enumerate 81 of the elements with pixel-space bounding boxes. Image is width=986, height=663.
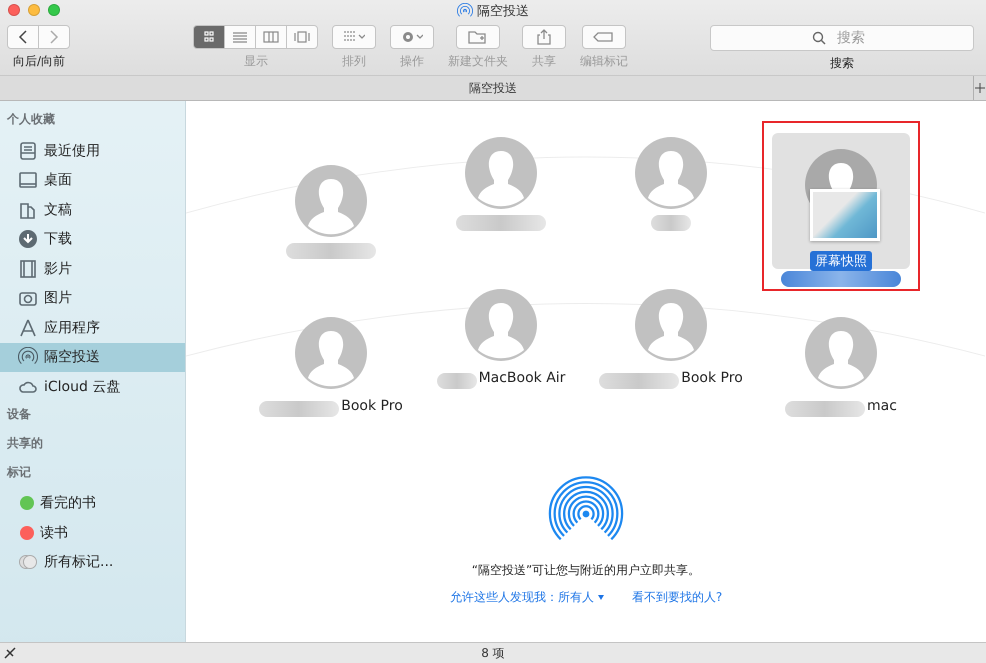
apps-icon	[18, 318, 38, 338]
device-name: MacBook Air	[478, 370, 566, 386]
toolbar-label: 编辑标记	[580, 53, 628, 70]
gear-icon	[401, 29, 423, 45]
file-name-badge: 屏幕快照	[810, 251, 872, 271]
toolbar-label: 操作	[400, 53, 424, 70]
cover-flow-button[interactable]	[286, 25, 318, 49]
person-avatar-icon	[295, 165, 367, 237]
close-button[interactable]	[8, 4, 20, 16]
list-view-button[interactable]	[224, 25, 256, 49]
screenshot-thumbnail	[810, 189, 880, 241]
sidebar-item[interactable]: 应用程序	[0, 313, 185, 342]
sidebar-item[interactable]: 看完的书	[0, 488, 185, 518]
action-button[interactable]	[390, 25, 434, 49]
columns-view-icon	[263, 31, 279, 43]
icon-view-button[interactable]	[193, 25, 225, 49]
person-avatar-icon	[635, 137, 707, 209]
list-view-icon	[232, 31, 248, 43]
sidebar-item[interactable]: 读书	[0, 518, 185, 548]
chevron-left-icon	[18, 30, 28, 44]
film-icon	[18, 258, 38, 279]
person-avatar-icon	[295, 317, 367, 389]
minimize-button[interactable]	[28, 4, 40, 16]
search-label: 搜索	[830, 55, 854, 72]
blurred-name-block	[436, 373, 477, 389]
tray-icon	[18, 140, 38, 161]
search-icon	[812, 31, 826, 45]
column-view-button[interactable]	[255, 25, 287, 49]
edit-tags-button[interactable]	[582, 25, 626, 49]
nav-label: 向后/向前	[12, 53, 66, 70]
sidebar-item[interactable]: iCloud 云盘	[0, 372, 185, 402]
toolbar-label: 共享	[532, 53, 556, 70]
person-avatar-icon	[465, 289, 537, 361]
window-title: 隔空投送	[477, 3, 529, 20]
device-tile[interactable]: MacBook Air	[432, 273, 570, 409]
device-tile[interactable]: 屏幕快照	[772, 133, 910, 269]
toolbar-label: 排列	[342, 53, 366, 70]
sidebar-item[interactable]: 文稿	[0, 195, 185, 224]
toolbar-label: 新建文件夹	[448, 53, 508, 70]
new-tab-button[interactable]	[973, 76, 986, 100]
sidebar-item[interactable]: 隔空投送	[0, 342, 185, 372]
cover-view-icon	[294, 31, 310, 43]
airdrop-icon	[457, 3, 473, 19]
device-name: mac	[867, 398, 897, 414]
sidebar-item[interactable]: 下载	[0, 224, 185, 254]
arrange-button[interactable]	[332, 25, 376, 49]
info-message: “隔空投送”可让您与附近的用户立即共享。	[472, 562, 700, 579]
sidebar-item[interactable]: 最近使用	[0, 136, 185, 166]
view-label: 显示	[244, 53, 268, 70]
device-tile[interactable]: Book Pro	[602, 273, 740, 409]
back-button[interactable]	[7, 25, 39, 49]
blurred-name-block	[651, 215, 691, 231]
zoom-button[interactable]	[48, 4, 60, 16]
sidebar-heading: 设备	[6, 406, 32, 422]
device-name: Book Pro	[681, 370, 743, 386]
desktop-icon	[18, 170, 38, 190]
sidebar-item[interactable]: 桌面	[0, 166, 185, 195]
caret-icon	[598, 595, 604, 600]
person-avatar-icon	[635, 289, 707, 361]
sidebar-item[interactable]: 图片	[0, 284, 185, 313]
person-avatar-icon	[465, 137, 537, 209]
share-button[interactable]	[522, 25, 566, 49]
sidebar-heading: 标记	[6, 464, 32, 480]
sidebar-heading: 个人收藏	[6, 111, 56, 128]
person-avatar-icon	[805, 317, 877, 389]
new-folder-button[interactable]	[456, 25, 500, 49]
sidebar-item[interactable]: 影片	[0, 254, 185, 284]
sidebar-heading: 共享的	[6, 434, 44, 452]
help-link[interactable]: 看不到要找的人?	[632, 589, 722, 606]
tab-title: 隔空投送	[469, 80, 517, 96]
tags-icon	[18, 554, 38, 570]
search-field[interactable]: 搜索	[710, 25, 974, 51]
plus-icon	[975, 83, 985, 93]
item-count: 8 项	[481, 644, 505, 662]
download-icon	[18, 229, 38, 250]
device-name: Book Pro	[341, 398, 403, 414]
sidebar-item[interactable]: 所有标记...	[0, 548, 185, 577]
device-tile[interactable]: mac	[772, 301, 910, 425]
discoverable-link[interactable]: 允许这些人发现我：所有人	[450, 589, 604, 606]
device-tile[interactable]: Book Pro	[262, 301, 400, 425]
chevron-right-icon	[49, 30, 59, 44]
